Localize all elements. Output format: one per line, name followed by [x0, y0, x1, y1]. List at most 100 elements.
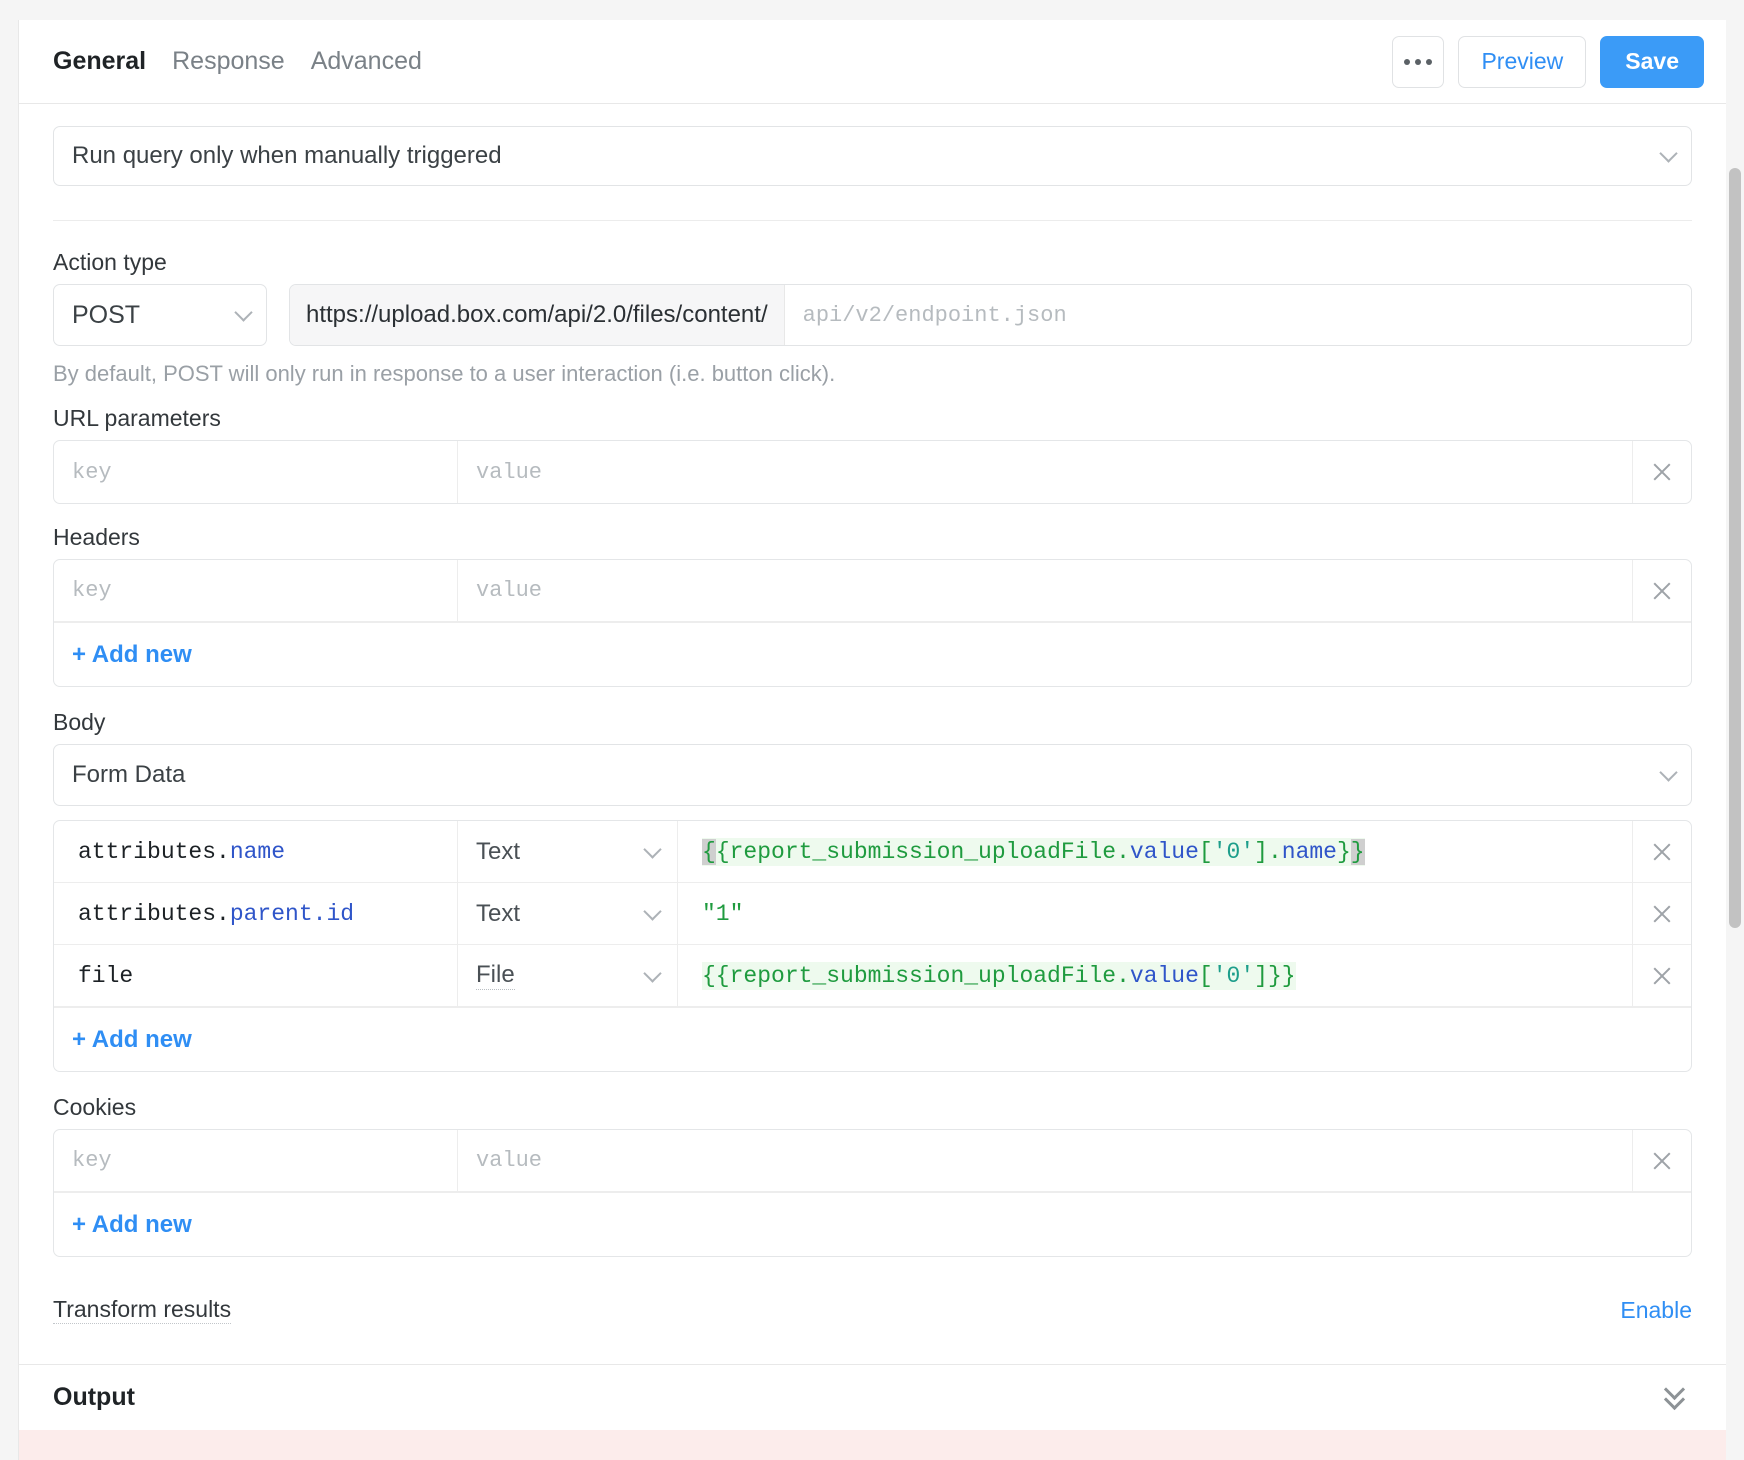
form-data-value-input[interactable]: {{report_submission_uploadFile.value['0'… [678, 821, 1633, 882]
header-key-input[interactable]: key [54, 560, 458, 621]
remove-header-button[interactable] [1633, 560, 1691, 621]
chevron-down-icon [234, 303, 253, 322]
top-peek-element [398, 0, 580, 6]
cookies-label: Cookies [53, 1094, 137, 1120]
more-options-button[interactable] [1392, 35, 1445, 88]
status-strip [19, 1430, 1726, 1460]
form-data-value-input[interactable]: "1" [678, 883, 1633, 944]
post-hint-text: By default, POST will only run in respon… [53, 361, 836, 386]
code-token-group: "1" [702, 900, 744, 927]
chevron-down-icon [643, 839, 662, 859]
remove-form-data-row-button[interactable] [1633, 821, 1691, 882]
form-data-key-prefix: attributes. [78, 838, 230, 865]
form-data-key-suffix: parent.id [229, 900, 355, 927]
http-method-select[interactable]: POST [53, 284, 267, 346]
transform-results-row: Transform results Enable [53, 1279, 1692, 1341]
close-icon [1651, 461, 1673, 483]
close-icon [1651, 965, 1673, 987]
save-button[interactable]: Save [1600, 35, 1704, 88]
remove-form-data-row-button[interactable] [1633, 945, 1691, 1006]
close-icon [1651, 580, 1673, 602]
url-parameters-label: URL parameters [53, 405, 221, 431]
query-editor-panel: General Response Advanced Preview Save R… [18, 20, 1726, 1460]
table-row: key value [54, 1130, 1691, 1192]
remove-cookie-button[interactable] [1633, 1130, 1691, 1191]
cookies-add-new-row[interactable]: + Add new [54, 1192, 1691, 1256]
code-token-group: {{report_submission_uploadFile.value['0'… [702, 961, 1296, 990]
remove-form-data-row-button[interactable] [1633, 883, 1691, 944]
close-icon [1651, 903, 1673, 925]
headers-add-new-link[interactable]: + Add new [72, 641, 192, 669]
scrollbar-thumb[interactable] [1729, 168, 1741, 928]
form-data-key-prefix: attributes. [78, 900, 230, 927]
form-data-table: attributes. name Text {{report_submission… [53, 820, 1692, 1072]
close-icon [1651, 1150, 1673, 1172]
form-data-type-select[interactable]: Text [458, 821, 678, 882]
output-title: Output [53, 1383, 135, 1411]
form-data-type-select[interactable]: File [458, 945, 678, 1006]
form-data-type-value: Text [476, 899, 521, 927]
code-token-group: {{report_submission_uploadFile.value['0'… [702, 837, 1365, 866]
trigger-mode-select[interactable]: Run query only when manually triggered [53, 126, 1692, 186]
tab-general[interactable]: General [53, 45, 146, 78]
headers-table: key value + Add new [53, 559, 1692, 687]
remove-url-param-button[interactable] [1633, 441, 1691, 503]
close-icon [1651, 841, 1673, 863]
url-parameters-table: key value [53, 440, 1692, 504]
headers-add-new-row[interactable]: + Add new [54, 622, 1691, 686]
chevron-down-icon [1659, 144, 1678, 163]
tab-advanced[interactable]: Advanced [311, 45, 422, 78]
output-bar[interactable]: Output [19, 1364, 1726, 1430]
form-data-value-input[interactable]: {{report_submission_uploadFile.value['0'… [678, 945, 1633, 1006]
url-param-key-input[interactable]: key [54, 441, 458, 503]
table-row: file File {{report_submission_uploadFile… [54, 945, 1691, 1007]
chevron-down-icon [643, 963, 662, 983]
form-data-add-new-link[interactable]: + Add new [72, 1026, 192, 1054]
body-label: Body [53, 709, 106, 735]
headers-label: Headers [53, 524, 140, 550]
ellipsis-icon [1426, 58, 1433, 65]
chevron-double-down-icon[interactable] [1662, 1378, 1692, 1413]
action-type-row: POST https://upload.box.com/api/2.0/file… [53, 284, 1692, 346]
transform-enable-link[interactable]: Enable [1620, 1297, 1692, 1324]
panel-header: General Response Advanced Preview Save [19, 20, 1726, 104]
vertical-scrollbar[interactable] [1726, 0, 1744, 1460]
settings-scroll-area[interactable]: Run query only when manually triggered A… [19, 126, 1726, 1460]
form-data-add-new-row[interactable]: + Add new [54, 1007, 1691, 1071]
form-data-key-prefix: file [78, 962, 134, 989]
cookie-key-input[interactable]: key [54, 1130, 458, 1191]
cookies-add-new-link[interactable]: + Add new [72, 1211, 192, 1239]
url-base-prefix: https://upload.box.com/api/2.0/files/con… [290, 285, 785, 345]
form-data-type-select[interactable]: Text [458, 883, 678, 944]
chevron-down-icon [1659, 763, 1678, 782]
trigger-mode-value: Run query only when manually triggered [72, 142, 502, 169]
tab-response[interactable]: Response [172, 45, 285, 78]
form-data-type-value: File [476, 961, 515, 990]
transform-results-label: Transform results [53, 1296, 232, 1325]
form-data-type-value: Text [476, 837, 521, 865]
http-method-value: POST [72, 300, 141, 329]
form-data-key-suffix: name [229, 838, 286, 865]
preview-button[interactable]: Preview [1458, 35, 1587, 88]
form-data-key-input[interactable]: attributes. parent.id [54, 883, 458, 944]
url-field-group: https://upload.box.com/api/2.0/files/con… [289, 284, 1692, 346]
action-type-label: Action type [53, 249, 167, 275]
form-data-key-input[interactable]: file [54, 945, 458, 1006]
body-type-value: Form Data [72, 761, 186, 788]
url-param-value-input[interactable]: value [458, 441, 1633, 503]
table-row: attributes. name Text {{report_submission… [54, 821, 1691, 883]
cookies-table: key value + Add new [53, 1129, 1692, 1257]
cookie-value-input[interactable]: value [458, 1130, 1633, 1191]
ellipsis-icon [1404, 58, 1411, 65]
table-row: attributes. parent.id Text "1" [54, 883, 1691, 945]
form-data-key-input[interactable]: attributes. name [54, 821, 458, 882]
url-path-input[interactable] [784, 285, 1691, 345]
ellipsis-icon [1415, 58, 1422, 65]
table-row: key value [54, 560, 1691, 622]
chevron-down-icon [643, 901, 662, 921]
body-type-select[interactable]: Form Data [53, 744, 1692, 806]
tab-bar: General Response Advanced [53, 45, 422, 78]
header-value-input[interactable]: value [458, 560, 1633, 621]
app-root: General Response Advanced Preview Save R… [0, 0, 1744, 1460]
